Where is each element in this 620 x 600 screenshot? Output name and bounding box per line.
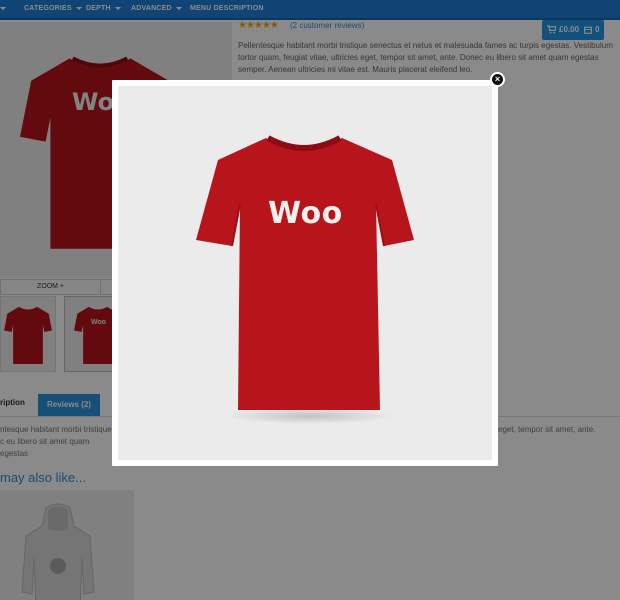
close-icon[interactable]: × — [490, 72, 505, 87]
lightbox-tshirt-image — [196, 135, 414, 424]
lightbox-shirt-logo: Woo — [268, 196, 343, 231]
lightbox-image-area: Woo — [118, 86, 492, 460]
image-lightbox: Woo — [112, 80, 498, 466]
